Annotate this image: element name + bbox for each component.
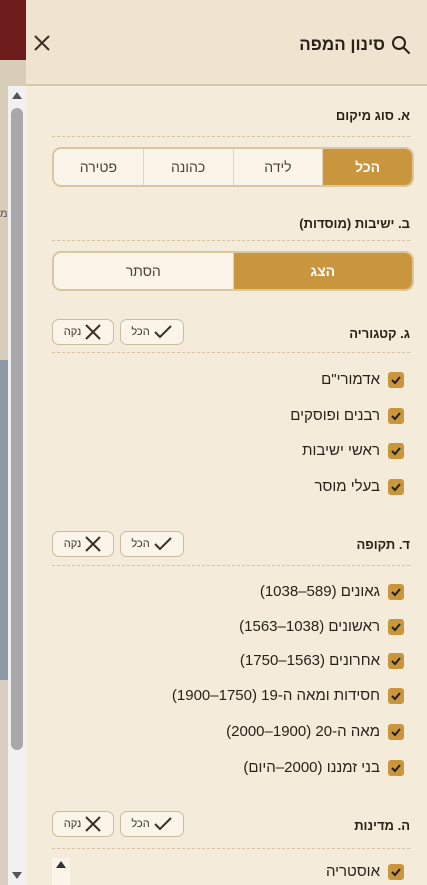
select-all-label: הכל [131,538,150,550]
yeshivot-option-hide[interactable]: הסתר [54,253,233,289]
checkbox-label: חסידות ומאה ה-19 (1750–1900) [171,687,380,704]
section-title-category: ג. קטגוריה [349,326,410,341]
search-icon [392,36,410,54]
filter-panel: סינון המפה א. סוג מיקום הכל לידה כהונה פ… [26,0,427,885]
category-item[interactable]: בעלי מוסר [315,478,404,495]
location-type-option-birth[interactable]: לידה [232,149,323,185]
checkbox-checked-icon[interactable] [388,863,404,880]
checkbox-label: מאה ה-20 (1900–2000) [226,723,380,740]
clear-label: נקה [63,326,82,338]
select-all-label: הכל [131,326,150,338]
category-item[interactable]: ראשי ישיבות [302,442,404,459]
period-item[interactable]: גאונים (589–1038) [260,583,404,600]
checkbox-label: אדמורי"ם [321,371,380,388]
location-type-option-tenure[interactable]: כהונה [142,149,233,185]
scroll-up-arrow-icon[interactable] [12,92,22,99]
yeshivot-toggle: הצג הסתר [52,251,414,291]
section-title-country: ה. מדינות [354,818,410,833]
panel-title: סינון המפה [299,35,385,54]
panel-header: סינון המפה [26,0,427,86]
panel-scrollbar[interactable] [8,86,26,885]
checkbox-checked-icon[interactable] [388,687,404,704]
check-icon [153,325,172,339]
location-type-selector: הכל לידה כהונה פטירה [52,147,414,187]
country-clear-button[interactable]: נקה [52,811,114,837]
checkbox-checked-icon[interactable] [388,407,404,424]
clear-label: נקה [63,538,82,550]
country-list-scrollbar[interactable] [52,858,70,885]
period-item[interactable]: אחרונים (1563–1750) [240,652,404,669]
period-item[interactable]: מאה ה-20 (1900–2000) [226,723,404,740]
checkbox-label: אחרונים (1563–1750) [239,652,380,669]
checkbox-label: ראשי ישיבות [302,442,380,459]
period-item[interactable]: בני זמננו (2000–היום) [243,759,404,776]
checkbox-checked-icon[interactable] [388,723,404,740]
location-type-option-all[interactable]: הכל [322,149,412,185]
section-title-location-type: א. סוג מיקום [335,108,410,123]
close-icon[interactable] [32,33,52,53]
yeshivot-option-show[interactable]: הצג [232,253,412,289]
checkbox-label: בעלי מוסר [314,478,380,495]
checkbox-label: בני זמננו (2000–היום) [243,759,380,776]
category-select-all-button[interactable]: הכל [120,319,184,345]
checkbox-checked-icon[interactable] [388,442,404,459]
location-type-option-death[interactable]: פטירה [54,149,143,185]
category-item[interactable]: רבנים ופוסקים [290,407,404,424]
check-icon [153,537,172,551]
period-select-all-button[interactable]: הכל [120,531,184,557]
scrollbar-thumb[interactable] [11,108,23,750]
scroll-up-arrow-icon[interactable] [56,861,66,868]
checkbox-checked-icon[interactable] [388,583,404,600]
checkbox-checked-icon[interactable] [388,618,404,635]
period-item[interactable]: ראשונים (1038–1563) [239,618,404,635]
checkbox-checked-icon[interactable] [388,371,404,388]
x-icon [85,324,101,340]
scroll-down-arrow-icon[interactable] [12,872,22,879]
checkbox-checked-icon[interactable] [388,759,404,776]
country-select-all-button[interactable]: הכל [120,811,184,837]
clear-label: נקה [63,818,82,830]
x-icon [85,816,101,832]
x-icon [85,536,101,552]
checkbox-checked-icon[interactable] [388,478,404,495]
map-label: מ [0,208,8,220]
category-item[interactable]: אדמורי"ם [321,371,404,388]
checkbox-label: רבנים ופוסקים [290,407,380,424]
checkbox-checked-icon[interactable] [388,652,404,669]
checkbox-label: ראשונים (1038–1563) [239,618,380,635]
checkbox-label: אוסטריה [325,863,380,880]
period-clear-button[interactable]: נקה [52,531,114,557]
period-item[interactable]: חסידות ומאה ה-19 (1750–1900) [172,687,404,704]
checkbox-label: גאונים (589–1038) [259,583,380,600]
section-title-yeshivot: ב. ישיבות (מוסדות) [299,216,410,231]
category-clear-button[interactable]: נקה [52,319,114,345]
select-all-label: הכל [131,818,150,830]
check-icon [153,817,172,831]
country-item[interactable]: אוסטריה [326,863,404,880]
section-title-period: ד. תקופה [356,537,410,552]
